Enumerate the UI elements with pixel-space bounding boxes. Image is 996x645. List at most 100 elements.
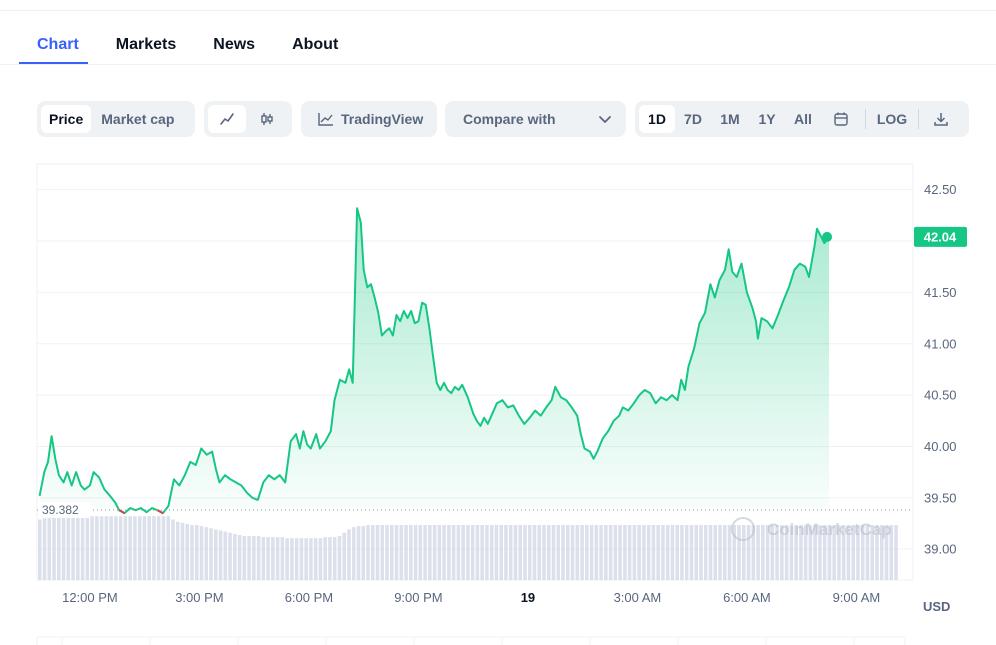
volume-bar <box>684 525 689 580</box>
watermark-text: CoinMarketCap <box>767 520 892 539</box>
volume-bar <box>109 516 113 580</box>
volume-bar <box>370 525 375 580</box>
volume-bar <box>104 516 109 580</box>
volume-bar <box>480 525 484 580</box>
volume-bar <box>447 525 451 580</box>
volume-bar <box>194 525 199 580</box>
volume-bar <box>199 526 204 580</box>
volume-bar <box>214 529 218 580</box>
volume-bar <box>546 525 551 580</box>
volume-bar <box>404 525 408 580</box>
y-tick-label: 39.00 <box>924 542 957 557</box>
volume-bar <box>252 536 256 580</box>
volume-bar <box>551 525 556 580</box>
x-tick-label: 3:00 PM <box>175 590 223 605</box>
volume-bar <box>428 525 432 580</box>
volume-bar <box>637 525 641 580</box>
volume-bar <box>95 516 99 580</box>
y-tick-label: 41.00 <box>924 336 957 351</box>
volume-bar <box>537 525 542 580</box>
volume-bar <box>299 538 304 580</box>
y-tick-label: 39.50 <box>924 490 957 505</box>
volume-bar <box>118 516 123 580</box>
volume-bar <box>532 525 537 580</box>
volume-bar <box>85 516 90 580</box>
volume-bar <box>894 525 898 580</box>
y-tick-label: 40.00 <box>924 439 957 454</box>
volume-bar <box>713 525 718 580</box>
volume-bar <box>613 525 618 580</box>
volume-bar <box>218 530 223 580</box>
x-tick-label: 9:00 PM <box>394 590 442 605</box>
baseline-label: 39.382 <box>38 501 90 518</box>
price-chart[interactable]: CoinMarketCap 39.382 42.5042.0041.5041.0… <box>0 0 996 645</box>
volume-bar <box>423 525 427 580</box>
volume-bar <box>589 525 594 580</box>
volume-bar <box>261 537 266 580</box>
volume-bar <box>585 525 589 580</box>
volume-bar <box>394 525 399 580</box>
volume-bar <box>256 536 261 580</box>
volume-bar <box>494 525 499 580</box>
volume-bar <box>309 538 313 580</box>
volume-bar <box>518 525 523 580</box>
volume-bar <box>361 526 366 580</box>
volume-bar <box>71 516 75 580</box>
volume-bar <box>80 516 85 580</box>
volume-bar <box>413 525 418 580</box>
volume-bar <box>623 525 627 580</box>
volume-bar <box>409 525 413 580</box>
volume-bar <box>42 518 47 580</box>
volume-bar <box>470 525 475 580</box>
baseline-value: 39.382 <box>42 503 79 517</box>
volume-bar <box>580 525 584 580</box>
volume-bar <box>342 532 346 580</box>
volume-bar <box>399 525 404 580</box>
volume-bar <box>485 525 489 580</box>
volume-bar <box>385 525 389 580</box>
x-tick-label: 6:00 AM <box>723 590 771 605</box>
volume-bar <box>351 527 356 580</box>
volume-bar <box>566 525 570 580</box>
volume-bar <box>175 521 180 580</box>
volume-bar <box>285 538 289 580</box>
volume-bar <box>185 523 190 580</box>
volume-bar <box>475 525 480 580</box>
volume-bar <box>442 525 446 580</box>
volume-bar <box>694 525 699 580</box>
volume-bar <box>761 525 765 580</box>
volume-bar <box>513 525 518 580</box>
volume-bar <box>290 538 294 580</box>
volume-bar <box>451 525 456 580</box>
volume-bar <box>656 525 660 580</box>
volume-bar <box>304 538 308 580</box>
volume-bar <box>390 525 394 580</box>
x-tick-label: 19 <box>521 590 535 605</box>
volume-bar <box>275 537 280 580</box>
volume-bar <box>47 517 52 580</box>
volume-bar <box>642 525 646 580</box>
volume-bar <box>665 525 670 580</box>
volume-bar <box>114 516 118 580</box>
volume-bar <box>504 525 508 580</box>
volume-bar <box>599 525 603 580</box>
volume-bar <box>142 516 147 580</box>
volume-bar <box>204 527 209 580</box>
volume-bar <box>337 536 342 580</box>
volume-bar <box>156 516 161 580</box>
volume-bar <box>680 525 684 580</box>
volume-bar <box>66 516 71 580</box>
volume-bar <box>708 525 713 580</box>
volume-bar <box>190 525 194 580</box>
y-tick-label: 42.50 <box>924 182 957 197</box>
current-price-label: 42.04 <box>914 226 967 247</box>
volume-bar <box>294 538 299 580</box>
volume-bar <box>271 537 275 580</box>
volume-bar <box>722 525 727 580</box>
volume-bar <box>570 525 575 580</box>
current-price-dot <box>822 231 833 242</box>
volume-bar <box>313 538 318 580</box>
volume-bar <box>237 534 242 580</box>
volume-bar <box>223 531 228 580</box>
volume-bar <box>242 536 247 580</box>
